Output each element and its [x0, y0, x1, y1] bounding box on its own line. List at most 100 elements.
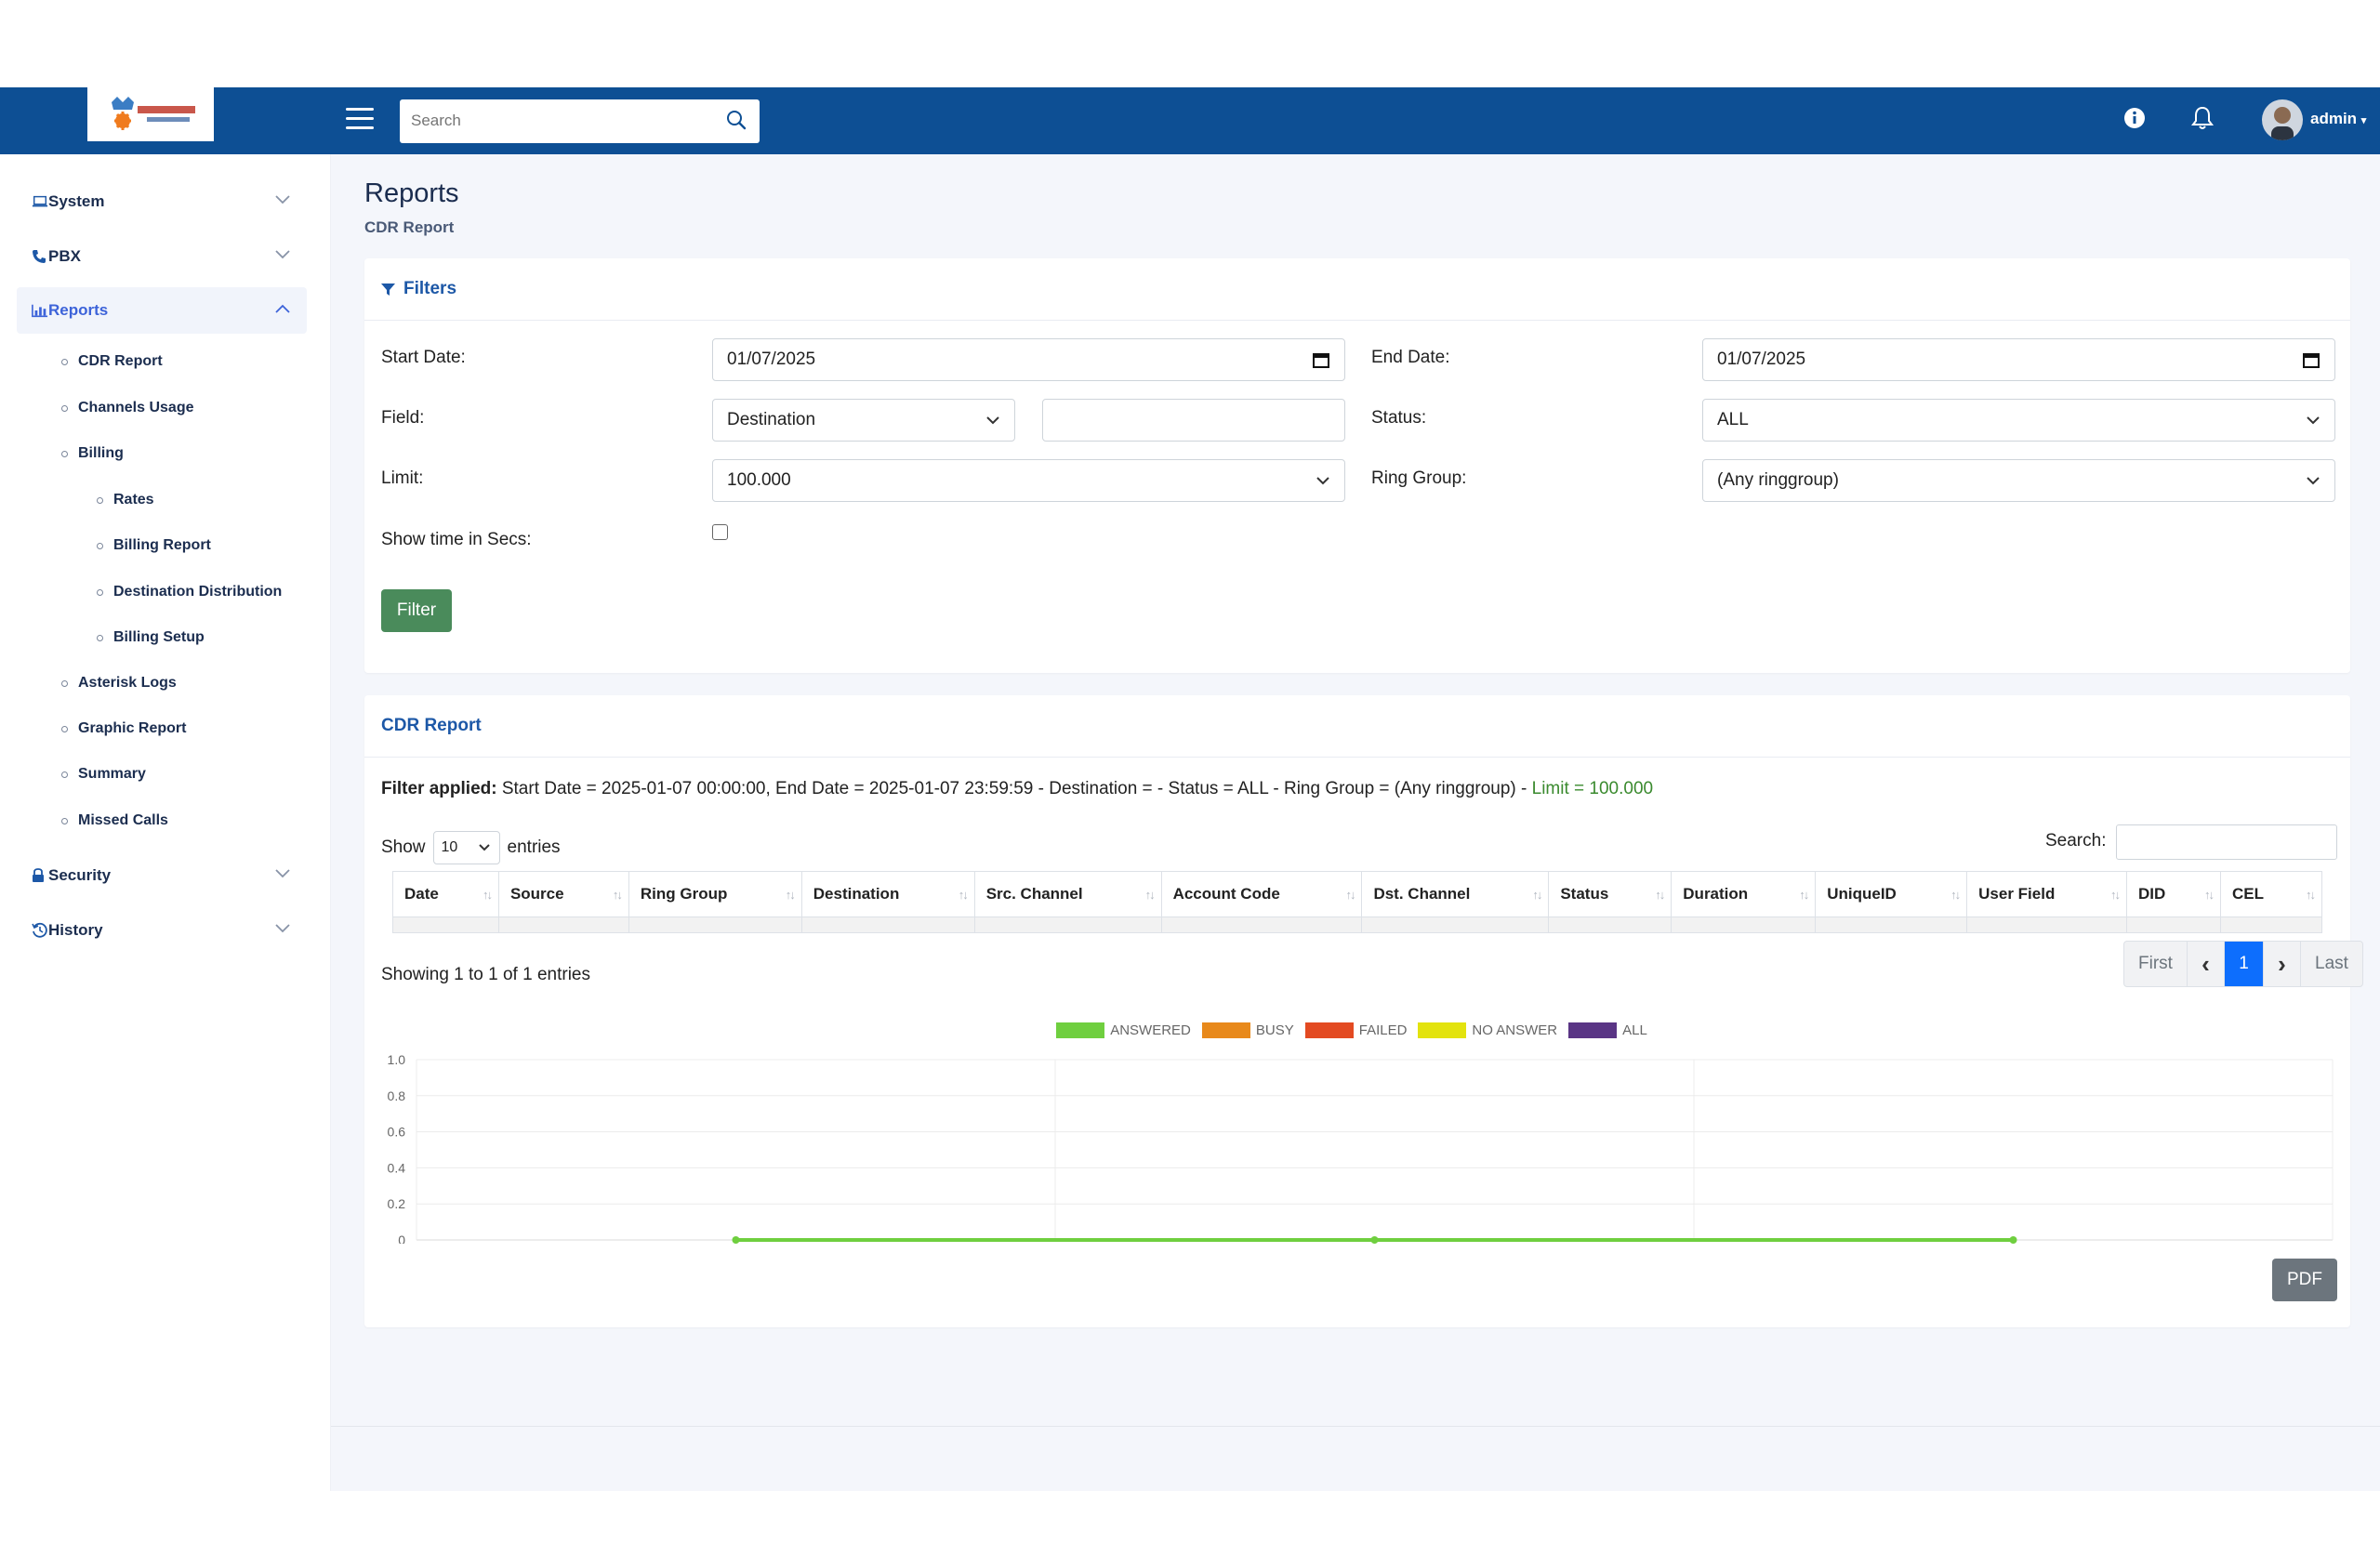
- subitem-label: Missed Calls: [78, 812, 168, 828]
- laptop-icon: [32, 195, 48, 207]
- legend-label: NO ANSWER: [1472, 1022, 1558, 1038]
- pagination-last[interactable]: Last: [2301, 942, 2362, 986]
- column-header-date[interactable]: Date ↑↓: [392, 871, 499, 917]
- column-header-destination[interactable]: Destination ↑↓: [800, 871, 975, 917]
- info-icon[interactable]: [2122, 106, 2147, 130]
- sort-icon: ↑↓: [1799, 888, 1809, 902]
- sidebar-item-reports[interactable]: Reports: [17, 287, 307, 334]
- limit-select[interactable]: 100.000: [712, 459, 1345, 502]
- show-secs-checkbox[interactable]: [712, 524, 728, 540]
- table-info: Showing 1 to 1 of 1 entries: [381, 965, 590, 984]
- subitem-label: Billing Setup: [113, 629, 205, 645]
- chevron-down-icon: [2307, 477, 2320, 485]
- pagination-prev-icon[interactable]: ‹: [2188, 942, 2225, 986]
- user-menu[interactable]: admin ▾: [2310, 110, 2366, 128]
- column-header-uniqueid[interactable]: UniqueID ↑↓: [1815, 871, 1968, 917]
- sidebar-subitem-cdr-report[interactable]: CDR Report: [61, 353, 163, 370]
- subitem-label: Asterisk Logs: [78, 675, 177, 691]
- table-row: [392, 916, 2323, 933]
- sidebar-subitem-rates[interactable]: Rates: [97, 492, 154, 508]
- breadcrumb[interactable]: CDR Report: [364, 218, 454, 237]
- column-header-duration[interactable]: Duration ↑↓: [1671, 871, 1817, 917]
- sidebar-subitem-channels-usage[interactable]: Channels Usage: [61, 400, 193, 416]
- sidebar-subitem-billing[interactable]: Billing: [61, 445, 124, 462]
- column-header-user-field[interactable]: User Field ↑↓: [1966, 871, 2128, 917]
- pagination-first[interactable]: First: [2124, 942, 2188, 986]
- filters-header[interactable]: Filters: [364, 258, 2350, 321]
- search-input[interactable]: [400, 99, 707, 141]
- legend-swatch: [1418, 1022, 1467, 1038]
- pagination-page-1[interactable]: 1: [2225, 942, 2264, 986]
- y-tick-label: 0.4: [388, 1160, 406, 1175]
- legend-item[interactable]: BUSY: [1201, 1022, 1294, 1038]
- legend-item[interactable]: NO ANSWER: [1418, 1022, 1557, 1038]
- filter-applied-label: Filter applied:: [381, 779, 497, 798]
- menu-toggle-icon[interactable]: [346, 108, 374, 132]
- field-text-input[interactable]: [1042, 399, 1345, 442]
- sidebar-subitem-missed-calls[interactable]: Missed Calls: [61, 812, 168, 829]
- status-select[interactable]: ALL: [1702, 399, 2335, 442]
- legend-item[interactable]: FAILED: [1304, 1022, 1407, 1038]
- limit-select-value: 100.000: [727, 470, 791, 490]
- cdr-report-card: CDR Report Filter applied: Start Date = …: [364, 695, 2363, 1327]
- legend-item[interactable]: ALL: [1568, 1022, 1647, 1038]
- search-icon[interactable]: [726, 110, 747, 130]
- ring-group-select[interactable]: (Any ringgroup): [1702, 459, 2335, 502]
- chevron-up-icon: [275, 304, 290, 313]
- bullet-icon: [97, 542, 103, 549]
- pagination-next-icon[interactable]: ›: [2264, 942, 2301, 986]
- entries-select[interactable]: 10: [432, 831, 500, 864]
- sidebar-subitem-billing-setup[interactable]: Billing Setup: [97, 629, 205, 646]
- chevron-down-icon: [275, 250, 290, 259]
- column-header-did[interactable]: DID ↑↓: [2126, 871, 2221, 917]
- status-line-chart: 1.0 0.8 0.6 0.4 0.2 0: [388, 1052, 2334, 1244]
- subitem-label: Graphic Report: [78, 720, 187, 736]
- end-date-label: End Date:: [1371, 348, 1450, 367]
- history-icon: [32, 922, 47, 938]
- bell-icon[interactable]: [2190, 105, 2215, 131]
- start-date-input[interactable]: 01/07/2025: [712, 338, 1345, 381]
- column-header-cel[interactable]: CEL ↑↓: [2219, 871, 2323, 917]
- bullet-icon: [61, 358, 68, 365]
- legend-label: ALL: [1622, 1022, 1647, 1038]
- sidebar-item-history[interactable]: History: [17, 907, 307, 954]
- ring-group-label: Ring Group:: [1371, 468, 1467, 488]
- sidebar-item-security[interactable]: Security: [17, 852, 307, 899]
- data-point: [2009, 1236, 2017, 1244]
- table-search-input[interactable]: [2116, 824, 2337, 860]
- legend-item[interactable]: ANSWERED: [1056, 1022, 1191, 1038]
- column-header-status[interactable]: Status ↑↓: [1548, 871, 1673, 917]
- pdf-export-button[interactable]: PDF: [2272, 1259, 2337, 1301]
- sidebar-subitem-summary[interactable]: Summary: [61, 766, 146, 783]
- end-date-input[interactable]: 01/07/2025: [1702, 338, 2335, 381]
- subitem-label: Summary: [78, 766, 146, 782]
- bullet-icon: [61, 771, 68, 778]
- bullet-icon: [61, 725, 68, 732]
- lock-icon: [33, 868, 44, 882]
- field-select-value: Destination: [727, 410, 816, 429]
- sidebar-item-label: PBX: [48, 247, 81, 265]
- sidebar-subitem-destination-distribution[interactable]: Destination Distribution: [97, 584, 282, 600]
- entries-label: entries: [507, 837, 561, 857]
- bullet-icon: [61, 817, 68, 824]
- column-header-dst-channel[interactable]: Dst. Channel ↑↓: [1361, 871, 1550, 917]
- column-header-src-channel[interactable]: Src. Channel ↑↓: [973, 871, 1162, 917]
- sidebar-subitem-graphic-report[interactable]: Graphic Report: [61, 720, 186, 737]
- cdr-table: Date ↑↓ Source ↑↓ Ring Group ↑↓ Destination…: [392, 871, 2323, 933]
- sidebar-subitem-asterisk-logs[interactable]: Asterisk Logs: [61, 675, 177, 692]
- show-label: Show: [381, 837, 426, 857]
- column-header-ring-group[interactable]: Ring Group ↑↓: [628, 871, 802, 917]
- field-select[interactable]: Destination: [712, 399, 1015, 442]
- y-tick-label: 0: [398, 1233, 405, 1244]
- sidebar-item-system[interactable]: System: [17, 178, 307, 225]
- calendar-icon[interactable]: [1313, 351, 1329, 368]
- calendar-icon[interactable]: [2303, 351, 2320, 368]
- entries-length-control: Show 10 entries: [381, 831, 561, 864]
- sidebar-subitem-billing-report[interactable]: Billing Report: [97, 537, 211, 554]
- company-logo[interactable]: [87, 87, 214, 141]
- column-header-source[interactable]: Source ↑↓: [497, 871, 629, 917]
- sidebar-item-pbx[interactable]: PBX: [17, 233, 307, 280]
- user-avatar[interactable]: [2262, 99, 2303, 140]
- column-header-account-code[interactable]: Account Code ↑↓: [1160, 871, 1363, 917]
- filter-button[interactable]: Filter: [381, 589, 452, 632]
